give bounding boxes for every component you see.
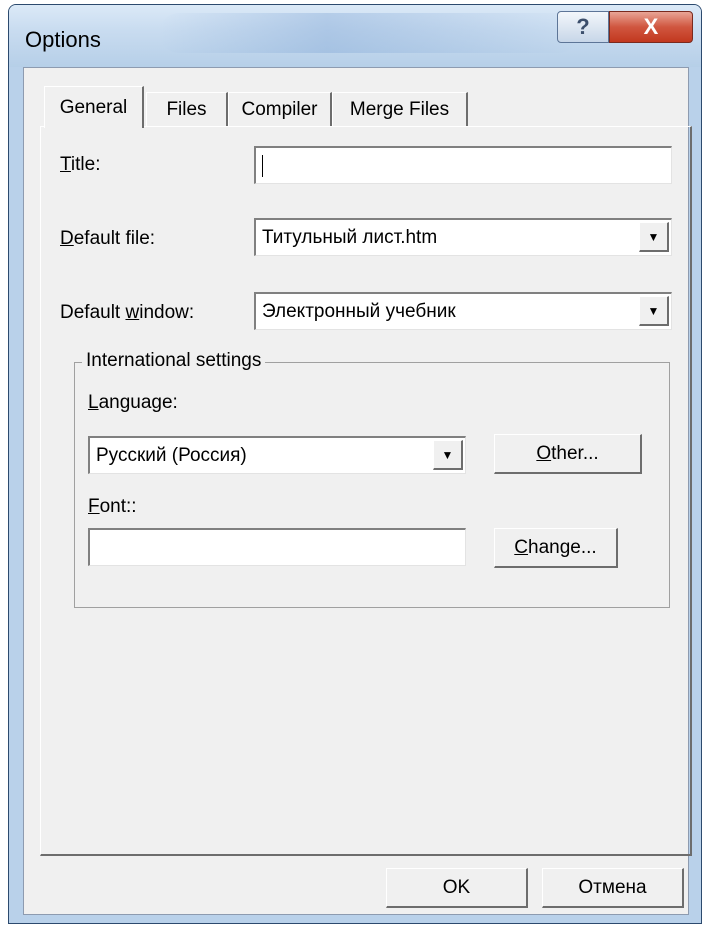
dialog-body: Files Compiler Merge Files General Title… (23, 67, 692, 915)
tab-general-label: General (59, 96, 128, 118)
change-font-button[interactable]: Change... (494, 528, 618, 568)
default-window-value: Электронный учебник (262, 300, 456, 322)
font-input[interactable] (88, 528, 466, 566)
close-button[interactable]: X (609, 11, 693, 43)
default-window-select[interactable]: Электронный учебник ▼ (254, 292, 672, 330)
title-input[interactable] (254, 146, 672, 184)
dropdown-arrow-icon[interactable]: ▼ (639, 296, 669, 326)
default-window-label: Default window: (60, 302, 195, 323)
tab-files[interactable]: Files (146, 92, 228, 126)
tab-files-label: Files (166, 98, 207, 120)
tab-merge-files[interactable]: Merge Files (332, 92, 468, 126)
language-label: Language: (88, 392, 178, 413)
tab-compiler[interactable]: Compiler (228, 92, 332, 126)
default-file-label: Default file: (60, 228, 156, 249)
tab-compiler-label: Compiler (241, 98, 318, 120)
ok-button[interactable]: OK (386, 868, 528, 908)
cancel-button[interactable]: Отмена (542, 868, 684, 908)
title-bar-glass (159, 13, 579, 53)
tab-general[interactable]: General (44, 86, 144, 128)
title-bar[interactable]: Options ? X (9, 5, 701, 67)
dropdown-arrow-icon[interactable]: ▼ (639, 222, 669, 252)
default-file-value: Титульный лист.htm (262, 226, 438, 248)
options-dialog: Options ? X Files Compiler Merge Files G… (8, 4, 702, 924)
window-title: Options (25, 27, 101, 52)
title-field-label: Title: (60, 154, 101, 175)
dropdown-arrow-icon[interactable]: ▼ (433, 440, 463, 470)
font-label: Font:: (88, 496, 137, 517)
language-value: Русский (Россия) (96, 444, 247, 466)
tab-merge-files-label: Merge Files (349, 98, 450, 120)
text-caret (262, 154, 263, 177)
help-button[interactable]: ? (557, 11, 609, 43)
language-select[interactable]: Русский (Россия) ▼ (88, 436, 466, 474)
international-settings-legend: International settings (82, 350, 266, 372)
other-button[interactable]: Other... (494, 434, 642, 474)
default-file-select[interactable]: Титульный лист.htm ▼ (254, 218, 672, 256)
